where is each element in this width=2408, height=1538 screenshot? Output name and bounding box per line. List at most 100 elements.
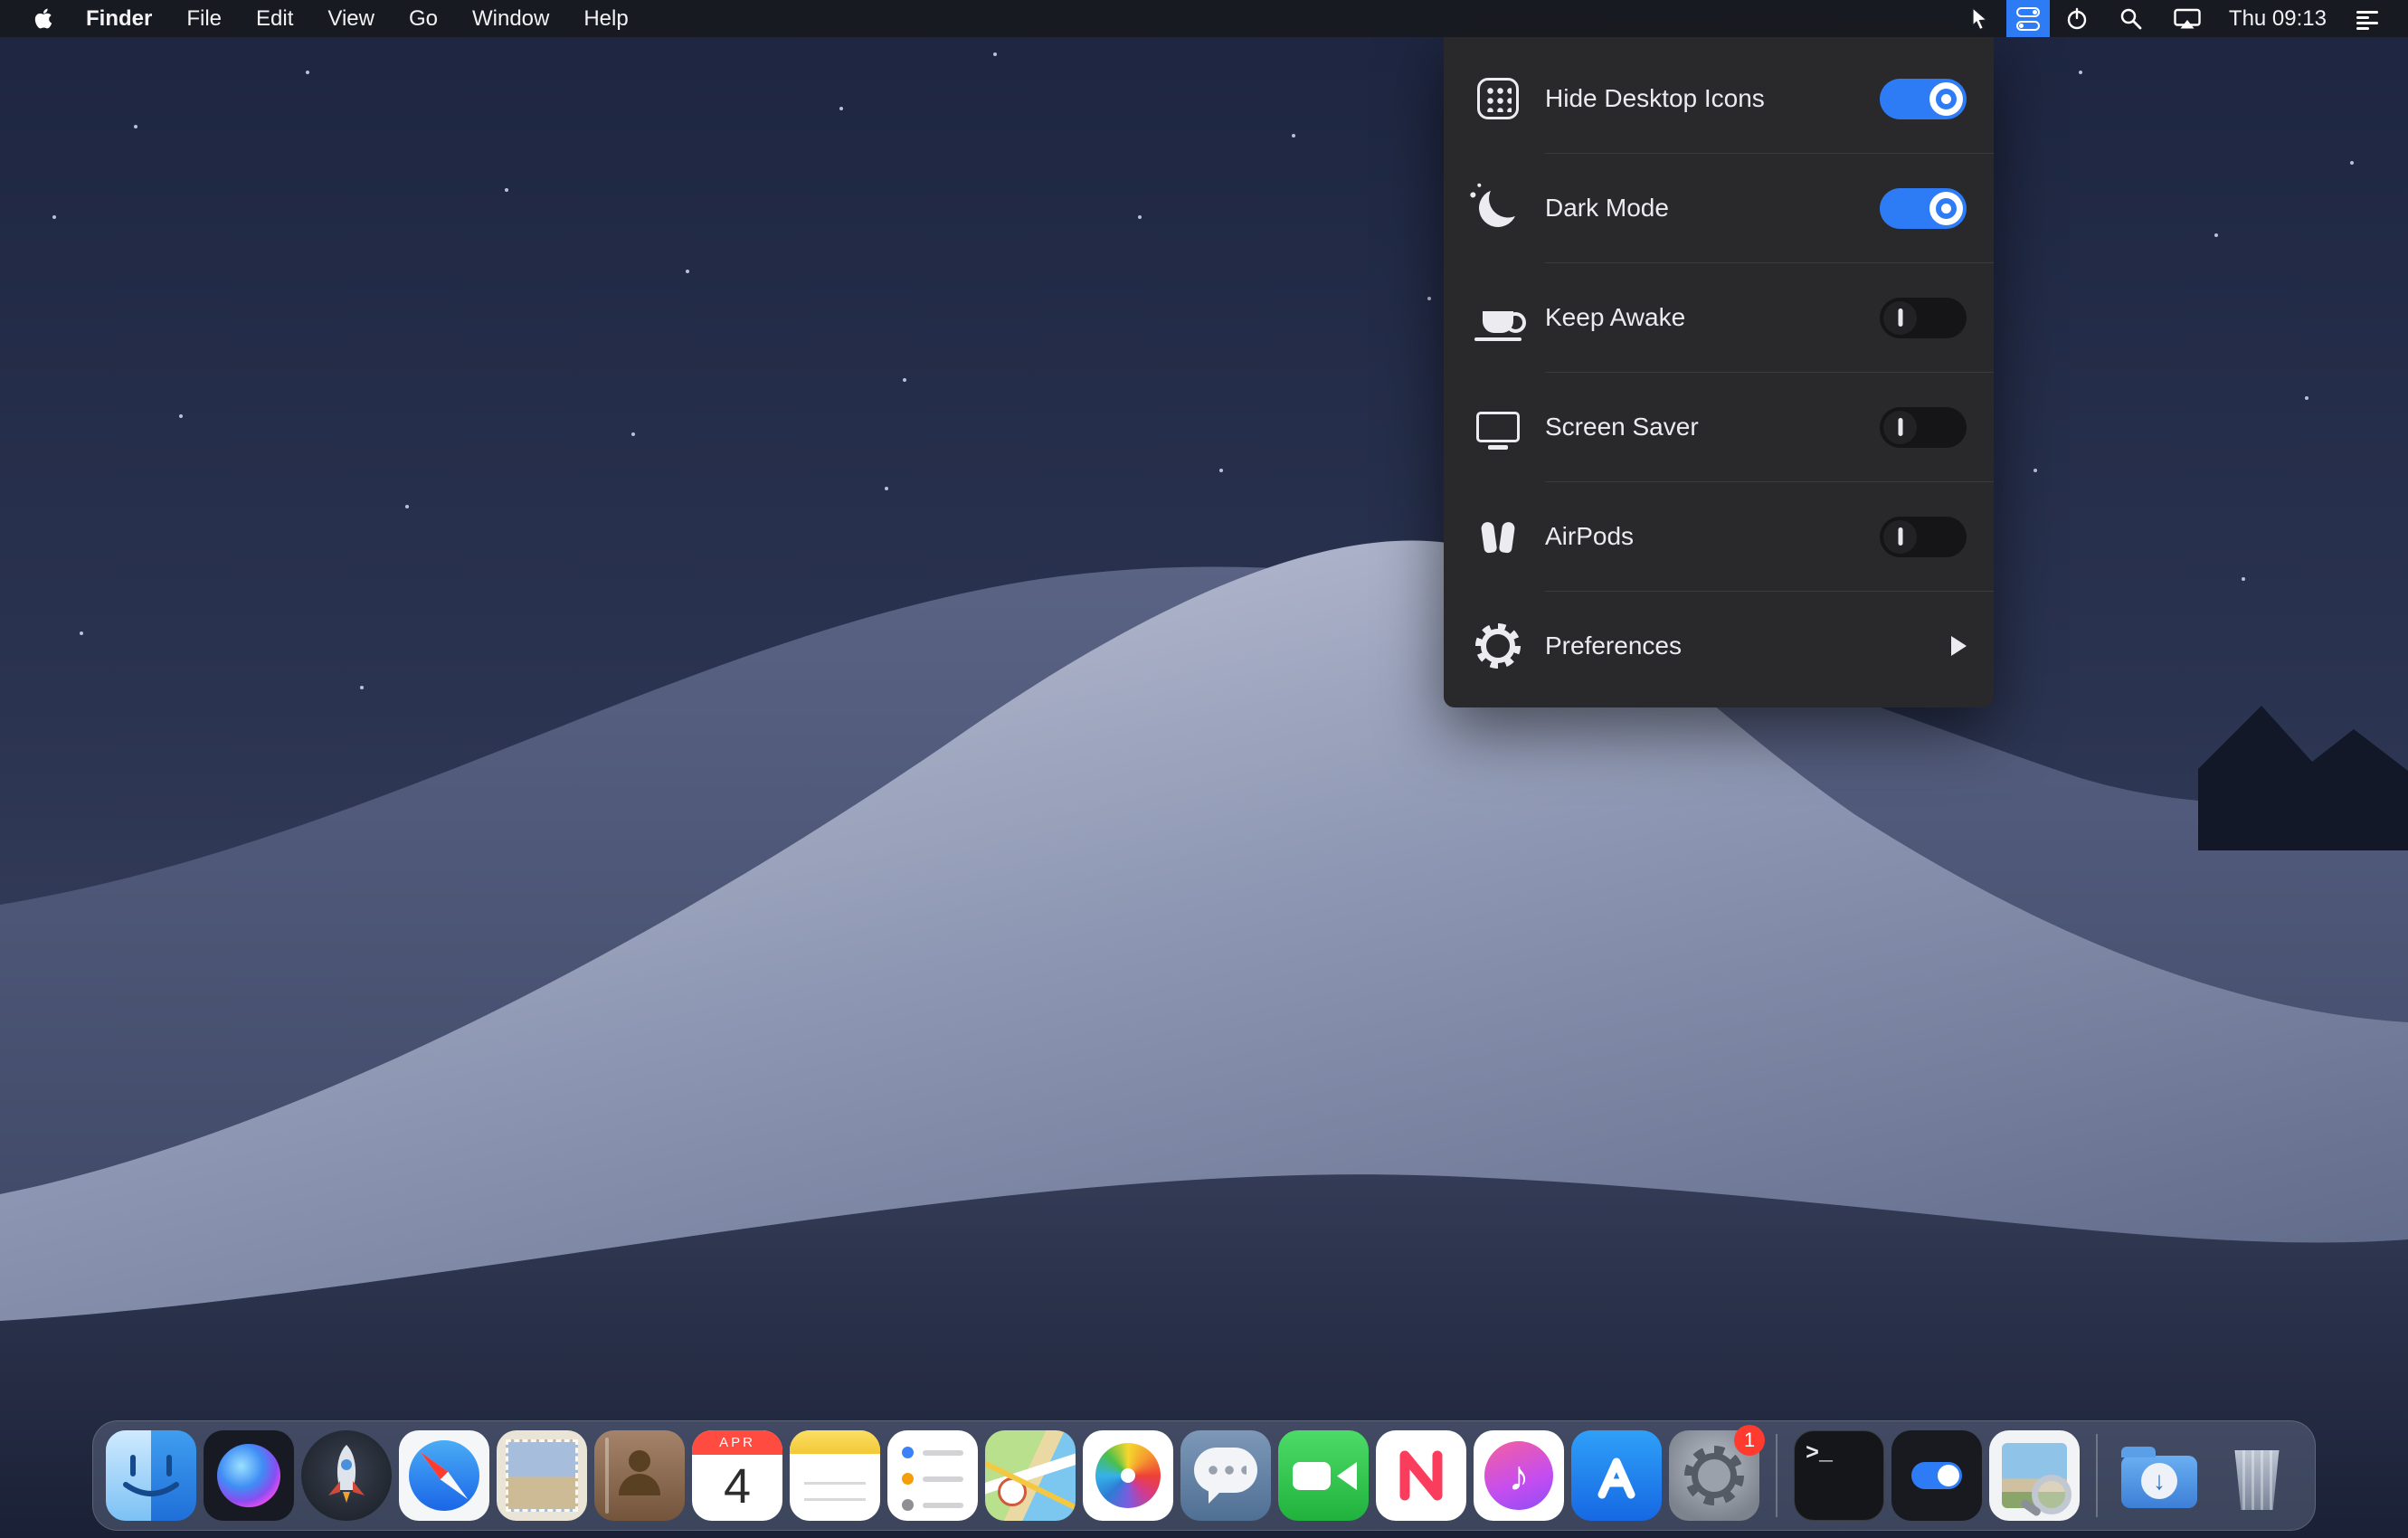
display-mirroring-icon: [2174, 8, 2201, 30]
gear-icon: [1684, 1446, 1744, 1505]
reminder-row: [902, 1447, 963, 1458]
airpods-icon: [1474, 513, 1522, 560]
toggle-pill-icon: [1911, 1462, 1962, 1489]
menu-bar: Finder File Edit View Go Window Help: [0, 0, 2408, 37]
notes-lines: [804, 1468, 866, 1510]
trash-bin-icon: [2233, 1450, 2280, 1510]
menu-item-go[interactable]: Go: [392, 0, 455, 37]
dock-item-downloads[interactable]: ↓: [2114, 1430, 2204, 1521]
status-item-one-switch[interactable]: [2006, 0, 2050, 37]
pointer-icon: [1967, 6, 1991, 32]
status-item-display-mirroring[interactable]: [2158, 0, 2216, 37]
map-badge: [998, 1477, 1027, 1506]
menu-row-airpods[interactable]: AirPods: [1444, 482, 1994, 591]
stamp-icon: [506, 1439, 578, 1512]
menu-item-edit[interactable]: Edit: [239, 0, 310, 37]
dock-item-safari[interactable]: [399, 1430, 489, 1521]
menu-row-preferences[interactable]: Preferences: [1444, 592, 1994, 700]
spotlight-search-icon: [2119, 7, 2143, 31]
one-switch-menu-panel: Hide Desktop Icons Dark Mode Keep Awake …: [1444, 37, 1994, 707]
dock-item-reminders[interactable]: [887, 1430, 978, 1521]
notification-badge: 1: [1734, 1425, 1765, 1456]
camera-body-icon: [1293, 1462, 1331, 1490]
dock-item-app-store[interactable]: [1571, 1430, 1662, 1521]
dock-item-news[interactable]: [1376, 1430, 1466, 1521]
menu-row-label: AirPods: [1545, 522, 1880, 551]
power-circle-icon: [2065, 6, 2089, 32]
menu-row-dark-mode[interactable]: Dark Mode: [1444, 154, 1994, 262]
gear-icon: [1474, 622, 1522, 669]
dock-item-photos[interactable]: [1083, 1430, 1173, 1521]
submenu-arrow-icon: [1951, 636, 1967, 656]
dock-item-maps[interactable]: [985, 1430, 1076, 1521]
magnifier-icon: [2032, 1475, 2071, 1514]
menu-row-label: Hide Desktop Icons: [1545, 84, 1880, 113]
menu-row-hide-desktop-icons[interactable]: Hide Desktop Icons: [1444, 44, 1994, 153]
dock-item-contacts[interactable]: [594, 1430, 685, 1521]
dock-item-preview[interactable]: [1989, 1430, 2080, 1521]
news-n-icon: [1376, 1430, 1466, 1521]
toggle-knob: [1883, 301, 1917, 335]
dock-item-messages[interactable]: [1180, 1430, 1271, 1521]
status-item-power[interactable]: [2050, 0, 2104, 37]
toggle-airpods[interactable]: [1880, 517, 1967, 557]
status-item-notification-center[interactable]: [2339, 0, 2395, 37]
display-icon: [1474, 403, 1522, 451]
finder-face: [106, 1430, 196, 1521]
compass-icon: [399, 1430, 489, 1521]
dock-item-notes[interactable]: [790, 1430, 880, 1521]
menu-item-help[interactable]: Help: [566, 0, 645, 37]
notes-header: [790, 1430, 880, 1454]
app-store-a-icon: [1571, 1430, 1662, 1521]
download-arrow-icon: ↓: [2141, 1463, 2177, 1499]
rocket-icon: [301, 1430, 392, 1521]
dock-item-mail[interactable]: [497, 1430, 587, 1521]
dock-item-finder[interactable]: [106, 1430, 196, 1521]
menu-row-keep-awake[interactable]: Keep Awake: [1444, 263, 1994, 372]
toggle-knob: [1883, 411, 1917, 444]
coffee-cup-icon: [1474, 294, 1522, 341]
dock-item-itunes[interactable]: [1474, 1430, 1564, 1521]
dock-item-launchpad[interactable]: [301, 1430, 392, 1521]
dock-item-facetime[interactable]: [1278, 1430, 1369, 1521]
status-item-pointer[interactable]: [1952, 0, 2006, 37]
reminder-row: [902, 1473, 963, 1485]
menu-bar-clock[interactable]: Thu 09:13: [2216, 0, 2339, 37]
dock-item-terminal[interactable]: >_: [1794, 1430, 1884, 1521]
menu-row-screen-saver[interactable]: Screen Saver: [1444, 373, 1994, 481]
toggle-knob: [1929, 192, 1963, 225]
calendar-day: 4: [692, 1455, 782, 1518]
dock-item-system-preferences[interactable]: 1: [1669, 1430, 1759, 1521]
apple-menu[interactable]: [18, 0, 69, 37]
toggle-knob: [1883, 520, 1917, 554]
menu-row-label: Dark Mode: [1545, 194, 1880, 223]
dock: APR 4 1 >_: [92, 1420, 2316, 1531]
status-item-spotlight[interactable]: [2104, 0, 2158, 37]
apple-icon: [34, 7, 52, 30]
dock-item-trash[interactable]: [2212, 1430, 2302, 1521]
menu-item-window[interactable]: Window: [455, 0, 566, 37]
menu-bar-status-area: Thu 09:13: [1952, 0, 2408, 37]
dock-item-calendar[interactable]: APR 4: [692, 1430, 782, 1521]
reminder-row: [902, 1499, 963, 1511]
menu-row-label: Keep Awake: [1545, 303, 1880, 332]
contact-silhouette: [629, 1450, 650, 1472]
menu-item-view[interactable]: View: [310, 0, 392, 37]
dock-item-siri[interactable]: [204, 1430, 294, 1521]
dock-separator: [1776, 1434, 1778, 1517]
terminal-prompt: >_: [1806, 1440, 1833, 1467]
menu-row-label: Screen Saver: [1545, 413, 1880, 441]
toggle-dark-mode[interactable]: [1880, 188, 1967, 229]
one-switch-icon: [2016, 7, 2040, 31]
toggle-hide-desktop-icons[interactable]: [1880, 79, 1967, 119]
desktop-wallpaper[interactable]: [0, 0, 2408, 1538]
dock-item-one-switch[interactable]: [1891, 1430, 1982, 1521]
toggle-keep-awake[interactable]: [1880, 298, 1967, 338]
menu-item-file[interactable]: File: [169, 0, 239, 37]
menu-row-label: Preferences: [1545, 631, 1951, 660]
moon-icon: [1474, 185, 1522, 232]
menu-item-finder[interactable]: Finder: [69, 0, 169, 37]
speech-bubble-icon: [1194, 1448, 1257, 1493]
toggle-screen-saver[interactable]: [1880, 407, 1967, 448]
notification-list-icon: [2355, 8, 2380, 30]
